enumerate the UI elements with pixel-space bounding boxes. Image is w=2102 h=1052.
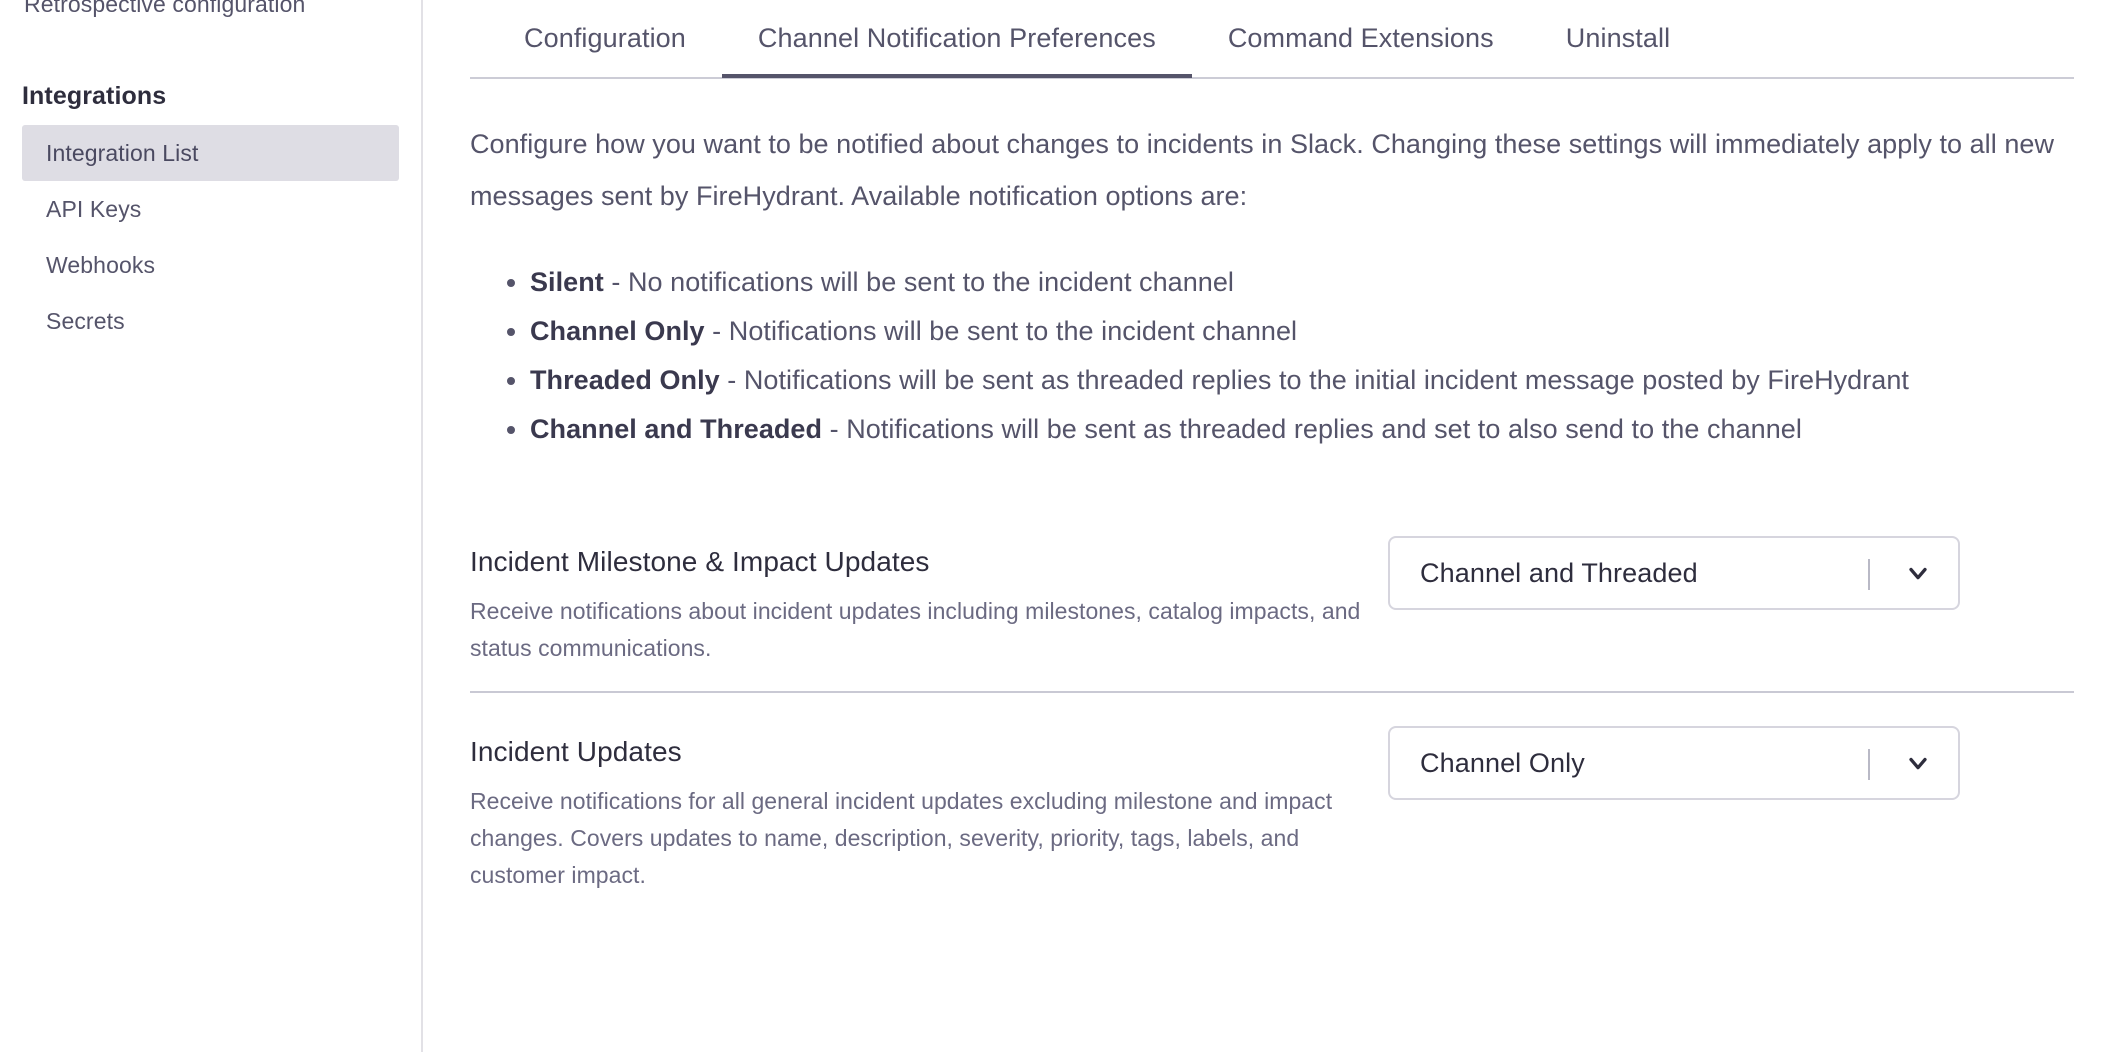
tab-command-extensions[interactable]: Command Extensions [1192,0,1530,76]
notification-preference-select-milestone-impact[interactable]: Channel and Threaded [1388,536,1960,610]
setting-description: Receive notifications about incident upd… [470,598,1361,661]
chevron-down-icon[interactable] [1904,749,1932,777]
select-divider [1868,749,1870,780]
option-name: Channel and Threaded [530,414,823,444]
option-description: Notifications will be sent to the incide… [728,316,1298,346]
notification-options-list: Silent - No notifications will be sent t… [470,258,2074,454]
tab-bar: Configuration Channel Notification Prefe… [470,0,2074,79]
sidebar: Retrospective configuration Integrations… [0,0,423,1052]
tab-channel-notification-preferences[interactable]: Channel Notification Preferences [721,0,1192,78]
tab-uninstall[interactable]: Uninstall [1530,0,1706,76]
setting-title: Incident Milestone & Impact Updates [470,546,930,577]
option-description: Notifications will be sent as threaded r… [846,414,1802,444]
main-panel: Configuration Channel Notification Prefe… [423,0,2102,1052]
option-separator: - [603,267,628,297]
sidebar-item-retrospective-configuration[interactable]: Retrospective configuration [0,0,421,32]
list-item: Channel Only - Notifications will be sen… [530,307,2074,356]
sidebar-scroll-content: Retrospective configuration Integrations… [0,0,421,349]
chevron-down-icon[interactable] [1904,559,1932,587]
option-description: No notifications will be sent to the inc… [627,267,1234,297]
sidebar-item-api-keys[interactable]: API Keys [22,181,399,237]
sidebar-item-webhooks[interactable]: Webhooks [22,237,399,293]
settings-page: Retrospective configuration Integrations… [0,0,2102,1052]
option-name: Channel Only [530,316,705,346]
select-value: Channel and Threaded [1420,557,1698,588]
option-separator: - [704,316,729,346]
tab-configuration[interactable]: Configuration [470,0,722,76]
tab-panel-content: Configure how you want to be notified ab… [423,118,2102,918]
notification-preference-select-incident-updates[interactable]: Channel Only [1388,726,1960,800]
select-value: Channel Only [1420,747,1585,778]
list-item: Channel and Threaded - Notifications wil… [530,405,2074,454]
sidebar-item-secrets[interactable]: Secrets [22,293,399,349]
sidebar-section-title-integrations: Integrations [22,82,167,110]
setting-title: Incident Updates [470,736,682,767]
option-description: Notifications will be sent as threaded r… [743,365,1909,395]
intro-paragraph: Configure how you want to be notified ab… [470,129,2055,211]
option-name: Threaded Only [530,365,720,395]
notification-settings-list: Incident Milestone & Impact Updates Rece… [470,536,2074,918]
setting-row-incident-milestone-impact-updates: Incident Milestone & Impact Updates Rece… [470,536,2074,691]
setting-row-incident-updates: Incident Updates Receive notifications f… [470,691,2074,918]
list-item: Silent - No notifications will be sent t… [530,258,2074,307]
list-item: Threaded Only - Notifications will be se… [530,356,2074,405]
setting-description: Receive notifications for all general in… [470,788,1333,888]
option-separator: - [719,365,744,395]
option-separator: - [822,414,847,444]
setting-row-text-block: Incident Updates Receive notifications f… [470,726,1370,894]
setting-row-text-block: Incident Milestone & Impact Updates Rece… [470,536,1370,667]
select-divider [1868,559,1870,590]
sidebar-item-integration-list[interactable]: Integration List [22,125,399,181]
option-name: Silent [530,267,604,297]
